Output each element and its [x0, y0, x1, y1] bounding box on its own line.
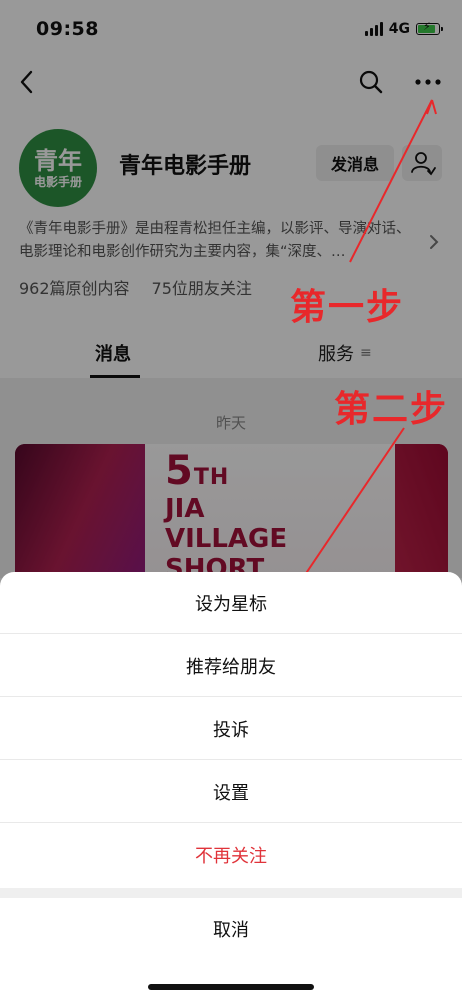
settings-option[interactable]: 设置: [0, 761, 462, 823]
sheet-divider: [0, 888, 462, 898]
annotation-step-1: 第一步: [290, 286, 405, 328]
set-star-option[interactable]: 设为星标: [0, 572, 462, 634]
recommend-to-friend-option[interactable]: 推荐给朋友: [0, 635, 462, 697]
home-indicator[interactable]: [148, 984, 314, 990]
unfollow-option[interactable]: 不再关注: [0, 824, 462, 886]
cancel-button[interactable]: 取消: [0, 898, 462, 960]
annotation-step-2: 第二步: [334, 388, 449, 430]
action-sheet: 设为星标 推荐给朋友 投诉 设置 不再关注 取消: [0, 572, 462, 1000]
complain-option[interactable]: 投诉: [0, 698, 462, 760]
